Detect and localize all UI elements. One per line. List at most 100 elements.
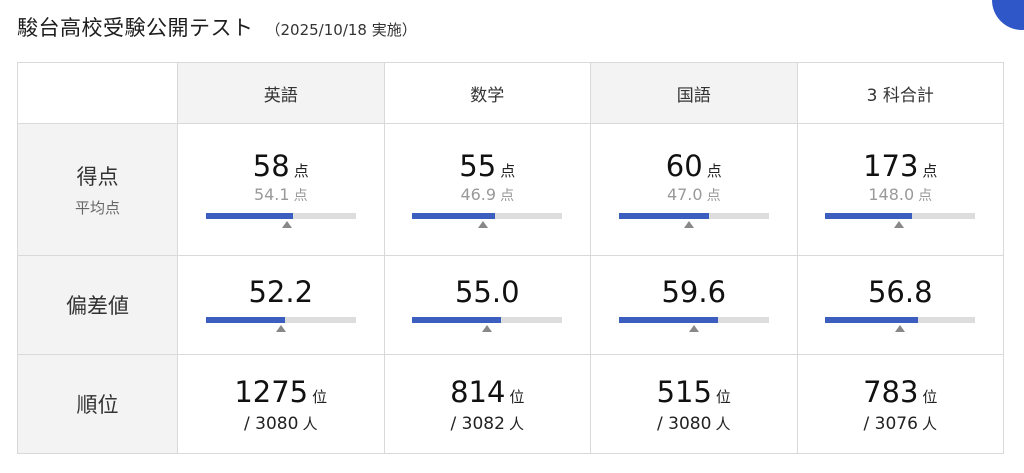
people-unit: 人 [302,414,318,433]
score-math-bar-track [412,212,563,219]
average-value: 148.0 [868,184,915,204]
total-line-total: / 3076 人 [798,413,1004,434]
total-line-math: / 3082 人 [385,413,591,434]
score-math-bar [412,212,563,231]
deviation-english-bar-fill [205,317,286,323]
score-value: 60 [665,148,703,183]
average-unit: 点 [706,187,721,204]
score-value: 173 [863,148,919,183]
rank-line-english: 1275 位 [178,375,384,409]
results-table: 英語 数学 国語 3 科合計 得点 平均点 58 点 54.1 点 55 点 46.9 点 60… [17,62,1004,454]
deviation-total-bar [825,317,976,335]
average-line-total: 148.0 点 [798,185,1004,205]
total-line-japanese: / 3080 人 [591,413,797,434]
column-header-math: 数学 [383,62,591,124]
score-english-marker [281,220,292,228]
rank-line-total: 783 位 [798,375,1004,409]
score-unit: 点 [500,161,516,180]
rank-unit: 位 [715,387,731,406]
average-value: 47.0 [666,184,703,204]
exam-date: （2025/10/18 実施） [265,21,417,39]
deviation-japanese-bar-fill [618,317,718,323]
rank-cell-english: 1275 位 / 3080 人 [177,354,385,454]
rank-cell-total: 783 位/ 3076 人 [796,354,1004,454]
rank-value: 515 [656,374,712,409]
people-unit: 人 [715,414,731,433]
deviation-cell-japanese: 59.6 [590,255,798,355]
average-value: 46.9 [460,184,497,204]
column-header-total: 3 科合計 [796,62,1004,124]
deviation-math-bar-fill [412,317,501,323]
corner-badge [992,0,1024,30]
score-japanese-bar [618,212,769,231]
score-math-marker [477,220,488,228]
deviation-english-bar-track [205,317,356,323]
average-unit: 点 [293,187,308,204]
score-english-bar-fill [205,212,293,219]
rank-unit: 位 [509,387,525,406]
deviation-total-bar-track [825,317,976,323]
score-cell-total: 173 点 148.0 点 [796,123,1004,256]
rank-row-header: 順位 [17,354,178,454]
page-header: 駿台高校受験公開テスト （2025/10/18 実施） [17,12,417,44]
people-unit: 人 [921,414,937,433]
deviation-japanese-marker [688,325,699,332]
deviation-total-marker [895,325,906,332]
page-title: 駿台高校受験公開テスト [17,16,254,40]
rank-cell-japanese: 515 位/ 3080 人 [590,354,798,454]
deviation-total-bar-fill [825,317,919,323]
score-japanese-marker [684,220,695,228]
total-line-english: / 3080 人 [178,413,384,434]
deviation-math-marker [482,325,493,332]
total-value: / 3076 [863,413,918,434]
average-line-japanese: 47.0 点 [591,185,797,205]
deviation-value: 52.2 [248,275,314,309]
column-header-japanese: 国語 [590,62,798,124]
score-total-bar [825,212,976,231]
score-math-bar-fill [412,212,495,219]
score-cell-math: 55 点 46.9 点 [383,123,591,256]
deviation-japanese-bar [618,317,769,335]
deviation-cell-english: 52.2 [177,255,385,355]
people-unit: 人 [508,414,524,433]
rank-line-math: 814 位 [385,375,591,409]
score-value: 55 [459,148,497,183]
deviation-english-marker [275,325,286,332]
deviation-math-bar-track [412,317,563,323]
deviation-math-bar [412,317,563,335]
deviation-value: 56.8 [867,275,933,309]
deviation-value: 55.0 [454,275,520,309]
total-value: / 3080 [657,413,712,434]
score-total-marker [894,220,905,228]
average-label: 平均点 [74,199,120,217]
average-unit: 点 [500,187,515,204]
deviation-cell-math: 55.0 [383,255,591,355]
score-japanese-bar-track [618,212,769,219]
deviation-value: 59.6 [661,275,727,309]
score-line-japanese: 60 点 [591,149,797,183]
score-cell-japanese: 60 点 47.0 点 [590,123,798,256]
rank-unit: 位 [922,387,938,406]
score-line-total: 173 点 [798,149,1004,183]
rank-cell-math: 814 位/ 3082 人 [383,354,591,454]
rank-value: 1275 [234,374,309,409]
column-header-english: 英語 [177,62,385,124]
rank-label: 順位 [76,393,119,417]
subject-header-row: 英語 数学 国語 3 科合計 [17,62,1004,124]
corner-cell [17,62,178,124]
score-cell-english: 58 点 54.1 点 [177,123,385,256]
score-row: 得点 平均点 58 点 54.1 点 55 点 46.9 点 60 点 47.0 点 173 点 148.0… [17,123,1004,256]
rank-unit: 位 [312,387,328,406]
score-unit: 点 [922,161,938,180]
score-value: 58 [252,148,290,183]
score-line-english: 58 点 [178,149,384,183]
rank-value: 783 [863,374,919,409]
score-unit: 点 [293,161,309,180]
total-value: / 3082 [450,413,505,434]
score-unit: 点 [706,161,722,180]
deviation-label: 偏差値 [66,294,129,318]
average-line-english: 54.1 点 [178,185,384,205]
rank-row: 順位 1275 位/ 3080 人 814 位/ 3082 人 515 位/ 3080 人 783… [17,354,1004,454]
total-value: / 3080 [244,413,299,434]
rank-value: 814 [450,374,506,409]
